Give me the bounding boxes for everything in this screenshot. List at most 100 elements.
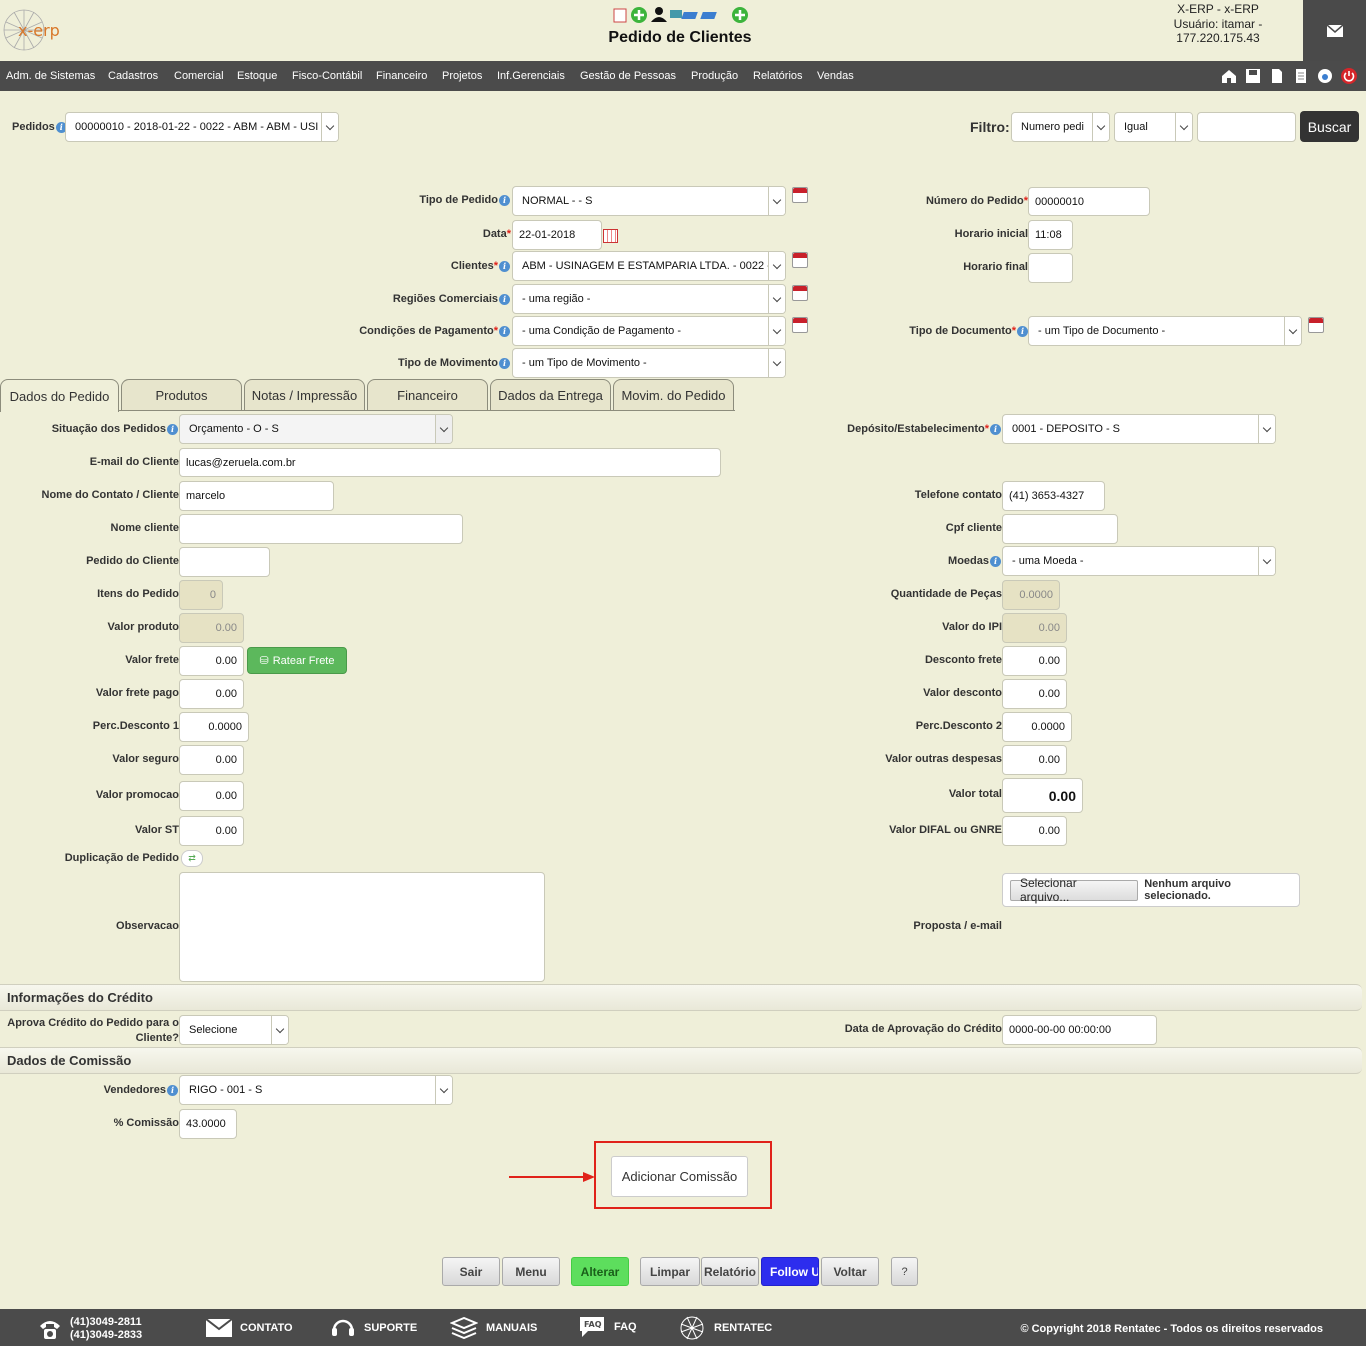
menu-financeiro[interactable]: Financeiro	[376, 70, 427, 82]
menu-producao[interactable]: Produção	[691, 70, 738, 82]
menu-comercial[interactable]: Comercial	[174, 70, 224, 82]
tipo-doc-select[interactable]: - um Tipo de Documento -	[1028, 316, 1302, 346]
power-icon[interactable]	[1340, 67, 1358, 85]
vendedores-select[interactable]: RIGO - 001 - S	[179, 1075, 453, 1105]
perc-desc1-input[interactable]: 0.0000	[179, 712, 249, 742]
filtro-field-select[interactable]: Numero pedi	[1011, 112, 1110, 142]
telefone-input[interactable]: (41) 3653-4327	[1002, 481, 1105, 511]
menu-vendas[interactable]: Vendas	[817, 70, 854, 82]
cond-pag-select[interactable]: - uma Condição de Pagamento -	[512, 316, 786, 346]
add-regiao-icon[interactable]	[792, 285, 808, 301]
duplicacao-toggle[interactable]: ⇄	[181, 850, 203, 867]
moedas-select[interactable]: - uma Moeda -	[1002, 546, 1276, 576]
footer-rentatec-link[interactable]: RENTATEC	[678, 1315, 772, 1341]
info-icon[interactable]: i	[499, 194, 510, 206]
add-tipo-pedido-icon[interactable]	[792, 187, 808, 203]
perc-desc2-input[interactable]: 0.0000	[1002, 712, 1072, 742]
horario-inicial-input[interactable]: 11:08	[1028, 220, 1073, 250]
save-icon[interactable]	[1244, 67, 1262, 85]
select-file-button[interactable]: Selecionar arquivo...	[1010, 876, 1139, 904]
email-input[interactable]: lucas@zeruela.com.br	[179, 448, 721, 477]
new-document-icon[interactable]	[1268, 67, 1286, 85]
info-icon[interactable]: i	[499, 293, 510, 305]
difal-input[interactable]: 0.00	[1002, 816, 1067, 846]
menu-relatorios[interactable]: Relatórios	[753, 70, 803, 82]
contato-input[interactable]: marcelo	[179, 481, 334, 511]
desconto-frete-input[interactable]: 0.00	[1002, 646, 1067, 676]
data-input[interactable]: 22-01-2018	[512, 220, 602, 250]
regioes-select[interactable]: - uma região -	[512, 284, 786, 314]
aprova-select[interactable]: Selecione	[179, 1015, 289, 1045]
situacao-select[interactable]: Orçamento - O - S	[179, 414, 453, 444]
relatorio-button[interactable]: Relatório	[701, 1257, 759, 1286]
tab-produtos[interactable]: Produtos	[121, 379, 242, 411]
filtro-input[interactable]	[1197, 112, 1296, 142]
tab-dados-entrega[interactable]: Dados da Entrega	[490, 379, 611, 411]
info-icon[interactable]: i	[990, 555, 1001, 567]
frete-pago-input[interactable]: 0.00	[179, 679, 244, 709]
help-button[interactable]: ?	[891, 1257, 918, 1286]
mail-button[interactable]	[1303, 0, 1366, 61]
valor-desconto-input[interactable]: 0.00	[1002, 679, 1067, 709]
info-icon[interactable]: i	[990, 423, 1001, 435]
valor-seguro-input[interactable]: 0.00	[179, 745, 244, 775]
info-icon[interactable]: i	[167, 1084, 178, 1096]
filtro-operator-select[interactable]: Igual	[1114, 112, 1193, 142]
info-icon[interactable]: i	[499, 325, 510, 337]
info-icon[interactable]: i	[1017, 325, 1028, 337]
add-tipo-doc-icon[interactable]	[1308, 317, 1324, 333]
footer-contato-link[interactable]: CONTATO	[206, 1319, 293, 1337]
menu-estoque[interactable]: Estoque	[237, 70, 277, 82]
sair-button[interactable]: Sair	[442, 1257, 500, 1286]
pedidos-select[interactable]: 00000010 - 2018-01-22 - 0022 - ABM - ABM…	[65, 112, 339, 142]
pedido-cliente-input[interactable]	[179, 547, 270, 577]
menu-inf-gerenciais[interactable]: Inf.Gerenciais	[497, 70, 565, 82]
perc-comissao-input[interactable]: 43.0000	[179, 1109, 237, 1139]
valor-frete-input[interactable]: 0.00	[179, 646, 244, 676]
menu-gestao-pessoas[interactable]: Gestão de Pessoas	[580, 70, 676, 82]
info-icon[interactable]: i	[499, 357, 510, 369]
numero-pedido-input[interactable]: 00000010	[1028, 187, 1150, 216]
tab-notas-impressao[interactable]: Notas / Impressão	[244, 379, 365, 411]
menu-cadastros[interactable]: Cadastros	[108, 70, 158, 82]
footer-faq-link[interactable]: FAQ FAQ	[578, 1315, 637, 1339]
refresh-icon[interactable]	[1316, 67, 1334, 85]
tipo-mov-select[interactable]: - um Tipo de Movimento -	[512, 348, 786, 378]
document-icon[interactable]	[1292, 67, 1310, 85]
horario-final-input[interactable]	[1028, 253, 1073, 283]
ratear-frete-button[interactable]: ⛁ Ratear Frete	[247, 647, 347, 674]
info-icon[interactable]: i	[167, 423, 178, 435]
info-icon[interactable]: i	[499, 260, 510, 272]
buscar-button[interactable]: Buscar	[1300, 111, 1359, 142]
clientes-value: ABM - USINAGEM E ESTAMPARIA LTDA. - 0022…	[522, 260, 778, 272]
voltar-button[interactable]: Voltar	[821, 1257, 879, 1286]
menu-projetos[interactable]: Projetos	[442, 70, 482, 82]
adicionar-comissao-button[interactable]: Adicionar Comissão	[611, 1156, 748, 1197]
menu-adm-sistemas[interactable]: Adm. de Sistemas	[6, 70, 95, 82]
add-cond-pag-icon[interactable]	[792, 317, 808, 333]
tab-financeiro[interactable]: Financeiro	[367, 379, 488, 411]
calendar-icon[interactable]	[603, 229, 618, 243]
clientes-select[interactable]: ABM - USINAGEM E ESTAMPARIA LTDA. - 0022…	[512, 251, 786, 281]
observacao-textarea[interactable]	[179, 872, 545, 982]
menu-button[interactable]: Menu	[502, 1257, 560, 1286]
deposito-select[interactable]: 0001 - DEPOSITO - S	[1002, 414, 1276, 444]
follow-up-button[interactable]: Follow Up	[761, 1257, 819, 1286]
add-cliente-icon[interactable]	[792, 252, 808, 268]
home-icon[interactable]	[1220, 67, 1238, 85]
tab-dados-pedido[interactable]: Dados do Pedido	[0, 379, 119, 412]
valor-promocao-input[interactable]: 0.00	[179, 781, 244, 811]
menu-fisco-contabil[interactable]: Fisco-Contábil	[292, 70, 362, 82]
outras-desp-input[interactable]: 0.00	[1002, 745, 1067, 775]
tipo-pedido-select[interactable]: NORMAL - - S	[512, 186, 786, 216]
nome-cliente-input[interactable]	[179, 514, 463, 544]
footer-suporte-link[interactable]: SUPORTE	[330, 1316, 417, 1340]
cpf-input[interactable]	[1002, 514, 1118, 544]
alterar-button[interactable]: Alterar	[571, 1257, 629, 1286]
limpar-button[interactable]: Limpar	[640, 1257, 700, 1286]
footer-manuais-link[interactable]: MANUAIS	[450, 1317, 537, 1339]
chevron-down-icon	[321, 113, 338, 141]
valor-st-input[interactable]: 0.00	[179, 816, 244, 846]
data-aprov-input[interactable]: 0000-00-00 00:00:00	[1002, 1015, 1157, 1045]
tab-movim-pedido[interactable]: Movim. do Pedido	[613, 379, 734, 411]
